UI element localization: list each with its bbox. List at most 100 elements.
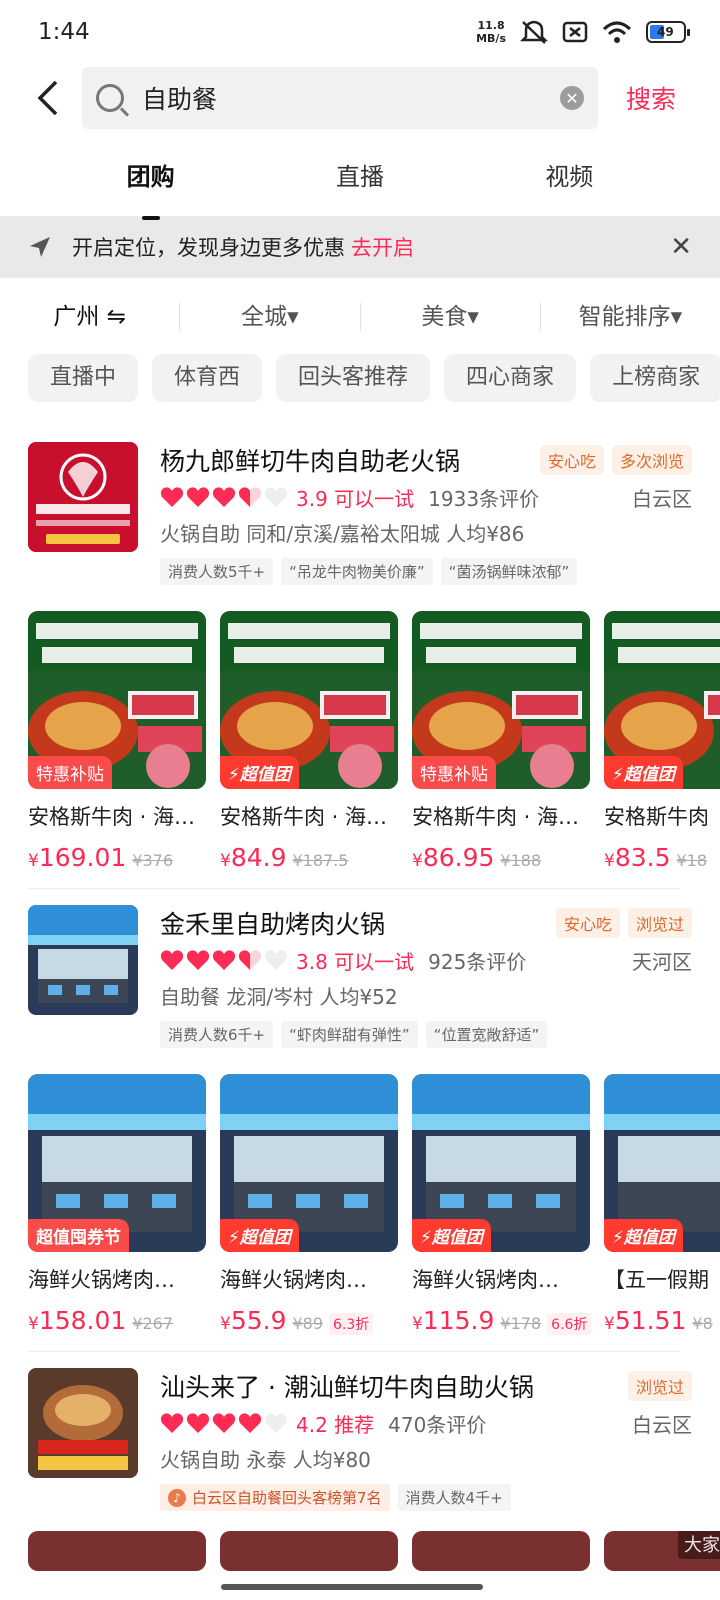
discount-badge: 6.3折 [329, 1313, 374, 1335]
category-filter[interactable]: 美食▾ [361, 303, 541, 331]
chip-repeat-customers[interactable]: 回头客推荐 [276, 354, 431, 402]
badge: “菌汤锅鲜味浓郁” [440, 558, 578, 585]
deal-label: ⚡超值团 [220, 756, 299, 789]
deal-card[interactable] [220, 1531, 398, 1571]
deal-card[interactable]: 大家都看 [604, 1531, 720, 1571]
category-info: 火锅自助 同和/京溪/嘉裕太阳城 人均¥86 [160, 522, 525, 546]
shop-card[interactable]: 杨九郎鲜切牛肉自助老火锅 安心吃 多次浏览 3.9 可以一试 1933条评价 白… [0, 410, 720, 889]
deal-image [412, 1531, 590, 1571]
deal-card[interactable]: ⚡超值团 安格斯牛肉 · 海鲜… ¥84.9 ¥187.5 [220, 611, 398, 872]
district: 天河区 [632, 949, 692, 974]
search-input[interactable]: 自助餐 ✕ [82, 67, 598, 129]
original-price: ¥8 [692, 1314, 713, 1333]
heart-icon [186, 1413, 210, 1433]
city-filter[interactable]: 广州 ⇋ [0, 303, 181, 331]
deal-label: ⚡超值团 [220, 1219, 299, 1252]
deal-price: ¥169.01 ¥376 [28, 843, 174, 872]
chip-four-heart[interactable]: 四心商家 [444, 354, 577, 402]
original-price: ¥376 [132, 851, 174, 870]
heart-icon [160, 950, 184, 970]
tag-safe: 安心吃 [539, 445, 604, 475]
deal-label: ⚡超值团 [604, 1219, 683, 1252]
deal-image: ⚡超值团 [220, 1074, 398, 1252]
district: 白云区 [632, 1412, 692, 1437]
deal-label: ⚡超值团 [604, 756, 683, 789]
badge: “吊龙牛肉物美价廉” [281, 558, 433, 585]
search-query: 自助餐 [142, 85, 218, 114]
deal-price: ¥158.01 ¥267 [28, 1306, 174, 1335]
rating-hearts [160, 1412, 288, 1434]
heart-icon [186, 487, 210, 507]
shop-card[interactable]: 金禾里自助烤肉火锅 安心吃 浏览过 3.8 可以一试 925条评价 天河区 自助… [0, 889, 720, 1352]
close-icon[interactable]: ✕ [670, 232, 692, 262]
badge: 消费人数6千+ [160, 1021, 274, 1048]
shop-logo [28, 905, 138, 1015]
deal-card[interactable] [28, 1531, 206, 1571]
wifi-icon [602, 21, 632, 43]
shop-name: 金禾里自助烤肉火锅 [160, 910, 386, 939]
deal-card[interactable]: 超值囤券节 海鲜火锅烤肉… ¥158.01 ¥267 [28, 1074, 206, 1335]
deal-image: ⚡超值团 [220, 611, 398, 789]
original-price: ¥267 [132, 1314, 174, 1333]
chip-ranked[interactable]: 上榜商家 [590, 354, 720, 402]
deal-price: ¥115.9 ¥178 6.6折 [412, 1306, 592, 1335]
heart-icon [212, 1413, 236, 1433]
heart-half-icon [238, 487, 262, 507]
deal-price: ¥83.5 ¥18 [604, 843, 708, 872]
search-button[interactable]: 搜索 [626, 80, 676, 116]
tab-group-buy[interactable]: 团购 [107, 147, 195, 220]
deal-image: 特惠补贴 [412, 611, 590, 789]
enable-location-link[interactable]: 去开启 [351, 232, 414, 262]
deal-card[interactable] [412, 1531, 590, 1571]
chip-live[interactable]: 直播中 [28, 354, 139, 402]
original-price: ¥178 [500, 1314, 542, 1333]
chevron-left-icon [37, 80, 58, 116]
deal-card[interactable]: ⚡超值团 海鲜火锅烤肉… ¥55.9 ¥89 6.3折 [220, 1074, 398, 1335]
deal-label: 超值囤券节 [28, 1219, 129, 1252]
deal-price: ¥84.9 ¥187.5 [220, 843, 349, 872]
area-filter[interactable]: 全城▾ [180, 303, 361, 331]
deal-image: 特惠补贴 [28, 611, 206, 789]
filter-bar: 广州 ⇋ 全城▾ 美食▾ 智能排序▾ [0, 278, 720, 356]
tab-video[interactable]: 视频 [525, 147, 613, 202]
rating-score: 4.2 推荐 [296, 1412, 375, 1437]
sort-filter[interactable]: 智能排序▾ [541, 303, 720, 331]
home-indicator[interactable] [221, 1584, 483, 1590]
tab-live[interactable]: 直播 [316, 147, 404, 202]
shop-name: 汕头来了 · 潮汕鲜切牛肉自助火锅 [160, 1373, 534, 1402]
rank-badge[interactable]: ♪ 白云区自助餐回头客榜第7名 [160, 1484, 390, 1511]
location-banner: 开启定位，发现身边更多优惠 去开启 ✕ [0, 216, 720, 278]
heart-icon [212, 487, 236, 507]
hot-overlay-text: 大家都看 [678, 1531, 720, 1559]
location-arrow-icon [30, 237, 50, 257]
badge: “位置宽敞舒适” [425, 1021, 548, 1048]
heart-icon [160, 487, 184, 507]
category-info: 自助餐 龙洞/岑村 人均¥52 [160, 985, 398, 1009]
badge: 消费人数5千+ [160, 558, 274, 585]
clear-icon[interactable]: ✕ [560, 86, 584, 110]
deal-title: 海鲜火锅烤肉… [412, 1268, 559, 1292]
shop-card[interactable]: 汕头来了 · 潮汕鲜切牛肉自助火锅 浏览过 4.2 推荐 470条评价 白云区 … [0, 1352, 720, 1571]
deal-title: 安格斯牛肉 · 海鲜… [412, 805, 590, 829]
deal-card[interactable]: ⚡超值团 安格斯牛肉 ¥83.5 ¥18 [604, 611, 720, 872]
deal-list: 超值囤券节 海鲜火锅烤肉… ¥158.01 ¥267 ⚡超值团 海鲜火锅烤肉… ¥… [28, 1074, 720, 1335]
tag-safe: 安心吃 [555, 908, 620, 938]
deal-card[interactable]: 特惠补贴 安格斯牛肉 · 海鲜… ¥169.01 ¥376 [28, 611, 206, 872]
back-button[interactable] [28, 78, 68, 118]
deal-label: 特惠补贴 [412, 756, 496, 789]
deal-price: ¥55.9 ¥89 6.3折 [220, 1306, 398, 1335]
deal-image [28, 1531, 206, 1571]
deal-price: ¥86.95 ¥188 [412, 843, 542, 872]
deal-image: 超值囤券节 [28, 1074, 206, 1252]
deal-card[interactable]: 特惠补贴 安格斯牛肉 · 海鲜… ¥86.95 ¥188 [412, 611, 590, 872]
heart-icon [212, 950, 236, 970]
deal-card[interactable]: ⚡超值团 【五一假期 ¥51.51 ¥8 [604, 1074, 720, 1335]
chip-district[interactable]: 体育西 [152, 354, 263, 402]
deal-image: 大家都看 [604, 1531, 720, 1571]
deal-title: 安格斯牛肉 [604, 805, 709, 829]
shop-logo [28, 442, 138, 552]
original-price: ¥18 [676, 851, 708, 870]
deal-title: 【五一假期 [604, 1268, 709, 1292]
deal-image: ⚡超值团 [412, 1074, 590, 1252]
deal-card[interactable]: ⚡超值团 海鲜火锅烤肉… ¥115.9 ¥178 6.6折 [412, 1074, 592, 1335]
